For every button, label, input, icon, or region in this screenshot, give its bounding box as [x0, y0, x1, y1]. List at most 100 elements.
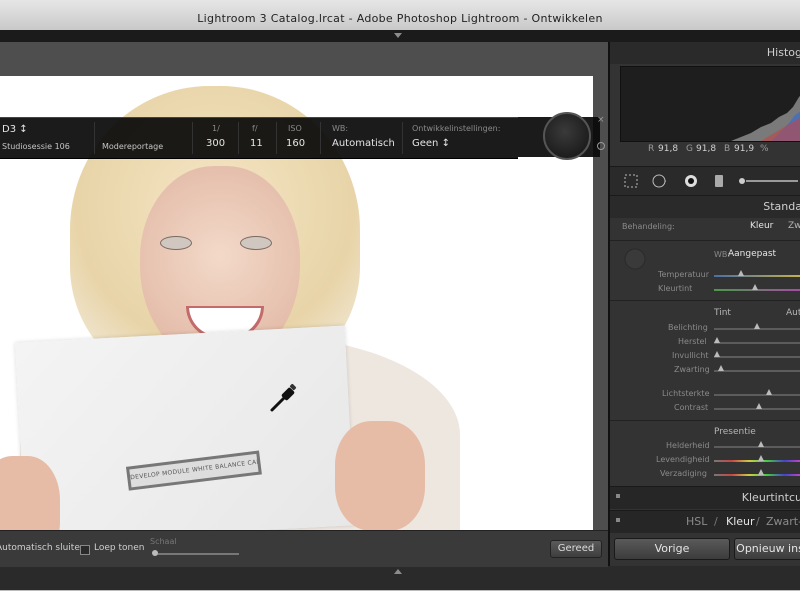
done-button[interactable]: Gereed [550, 540, 602, 558]
collapse-top-panel-icon[interactable] [394, 33, 402, 38]
histogram-title: Histog [766, 46, 800, 59]
brightness-label: Lichtsterkte [662, 389, 710, 398]
saturation-slider[interactable] [714, 474, 800, 476]
vibrance-slider[interactable] [714, 460, 800, 462]
develop-settings-value[interactable]: Geen ↕ [412, 138, 450, 149]
develop-settings-label: Ontwikkelinstellingen: [412, 124, 501, 133]
white-balance-card: DEVELOP MODULE WHITE BALANCE CARD [14, 325, 356, 538]
auto-close-label[interactable]: Automatisch sluiten [0, 543, 86, 553]
color-tab[interactable]: Kleur [726, 515, 755, 528]
separator [192, 122, 193, 154]
wb-value[interactable]: Automatisch [332, 138, 395, 149]
tone-auto-button[interactable]: Auto [786, 308, 800, 318]
close-icon[interactable]: × [597, 115, 605, 125]
title-bar: Lightroom 3 Catalog.lrcat - Adobe Photos… [0, 0, 800, 31]
loupe-tones-checkbox[interactable] [80, 545, 90, 555]
main-view: DEVELOP MODULE WHITE BALANCE CARD [0, 42, 608, 538]
r-label: R [648, 144, 655, 154]
treatment-bw-option[interactable]: Zw [788, 221, 800, 231]
iso-label: ISO [288, 124, 302, 133]
blacks-label: Zwarting [674, 365, 710, 374]
scale-slider-thumb[interactable] [152, 550, 158, 556]
separator [94, 122, 95, 154]
info-overlay: D3 ↕ Studiosessie 106 Modereportage 1/ 3… [0, 117, 518, 159]
loupe-tones-label[interactable]: Loep tonen [94, 543, 144, 553]
wb-panel-value[interactable]: Aangepast [728, 249, 776, 259]
b-label: B [724, 144, 731, 154]
shutter-value: 300 [206, 138, 226, 149]
exposure-label: Belichting [668, 323, 708, 332]
treatment-color-option[interactable]: Kleur [750, 221, 773, 231]
collapse-bottom-panel-icon[interactable] [394, 569, 402, 574]
camera-name[interactable]: D3 ↕ [2, 124, 28, 135]
blacks-slider[interactable] [714, 370, 800, 372]
contrast-label: Contrast [674, 403, 709, 412]
right-panel: Histog R 91,8 G 91,8 B 91,9 % Standa Beh… [608, 42, 800, 566]
blacks-thumb[interactable] [718, 365, 724, 371]
recovery-thumb[interactable] [714, 337, 720, 343]
graduated-filter-icon[interactable] [712, 174, 726, 188]
tint-label: Kleurtint [658, 284, 693, 293]
tab-separator: / [714, 515, 718, 528]
spot-removal-icon[interactable] [652, 174, 666, 188]
card-label: DEVELOP MODULE WHITE BALANCE CARD [125, 450, 262, 491]
reset-button[interactable]: Opnieuw ins [734, 538, 800, 560]
histogram-graph [621, 96, 800, 141]
brightness-thumb[interactable] [766, 389, 772, 395]
hsl-header: HSL / Kleur / Zwart- [610, 510, 800, 533]
g-value: 91,8 [696, 144, 717, 154]
brightness-slider[interactable] [714, 394, 800, 396]
shutter-label: 1/ [212, 124, 220, 133]
eyedropper-icon[interactable] [268, 382, 300, 414]
recovery-slider[interactable] [714, 342, 800, 344]
fill-light-slider[interactable] [714, 356, 800, 358]
lightroom-window: Lightroom 3 Catalog.lrcat - Adobe Photos… [0, 0, 800, 591]
temperature-label: Temperatuur [658, 270, 709, 279]
vibrance-thumb[interactable] [758, 455, 764, 461]
divider [610, 240, 800, 241]
crop-tool-icon[interactable] [624, 174, 638, 188]
histogram-header[interactable]: Histog [610, 42, 800, 64]
temperature-slider[interactable] [714, 275, 800, 277]
panel-toggle-icon[interactable] [616, 494, 620, 498]
panel-toggle-icon[interactable] [616, 518, 620, 522]
clarity-slider[interactable] [714, 446, 800, 448]
session-name: Studiosessie 106 [2, 142, 70, 151]
bw-tab[interactable]: Zwart- [766, 515, 800, 528]
adjustment-brush-icon[interactable] [738, 174, 798, 188]
presence-title: Presentie [714, 427, 756, 437]
right-eye [240, 236, 272, 250]
divider [610, 300, 800, 301]
clarity-thumb[interactable] [758, 441, 764, 447]
loupe-toggle-icon[interactable] [597, 142, 605, 150]
separator [238, 122, 239, 154]
tint-thumb[interactable] [752, 284, 758, 290]
basic-panel-header[interactable]: Standa [610, 196, 800, 218]
percent-sign: % [760, 144, 769, 154]
right-hand [335, 421, 425, 531]
fill-light-thumb[interactable] [714, 351, 720, 357]
iso-value: 160 [286, 138, 306, 149]
contrast-thumb[interactable] [756, 403, 762, 409]
red-eye-icon[interactable] [684, 174, 698, 188]
recovery-label: Herstel [678, 337, 707, 346]
clarity-label: Helderheid [666, 441, 710, 450]
temperature-thumb[interactable] [738, 270, 744, 276]
g-label: G [686, 144, 693, 154]
wb-eyedropper-icon[interactable] [624, 248, 646, 270]
scale-slider[interactable] [155, 553, 239, 555]
bottom-toolbar: Automatisch sluiten Loep tonen Schaal [0, 530, 608, 567]
window-title: Lightroom 3 Catalog.lrcat - Adobe Photos… [197, 12, 603, 25]
separator [402, 122, 403, 154]
r-value: 91,8 [658, 144, 679, 154]
basic-panel-title: Standa [763, 200, 800, 213]
hsl-tab[interactable]: HSL [686, 515, 707, 528]
saturation-thumb[interactable] [758, 469, 764, 475]
session-type: Modereportage [102, 142, 164, 151]
previous-button[interactable]: Vorige [614, 538, 730, 560]
b-value: 91,9 [734, 144, 755, 154]
vibrance-label: Levendigheid [656, 455, 710, 464]
exposure-thumb[interactable] [754, 323, 760, 329]
tone-curve-header[interactable]: Kleurtintcu [610, 486, 800, 509]
tab-separator: / [756, 515, 760, 528]
